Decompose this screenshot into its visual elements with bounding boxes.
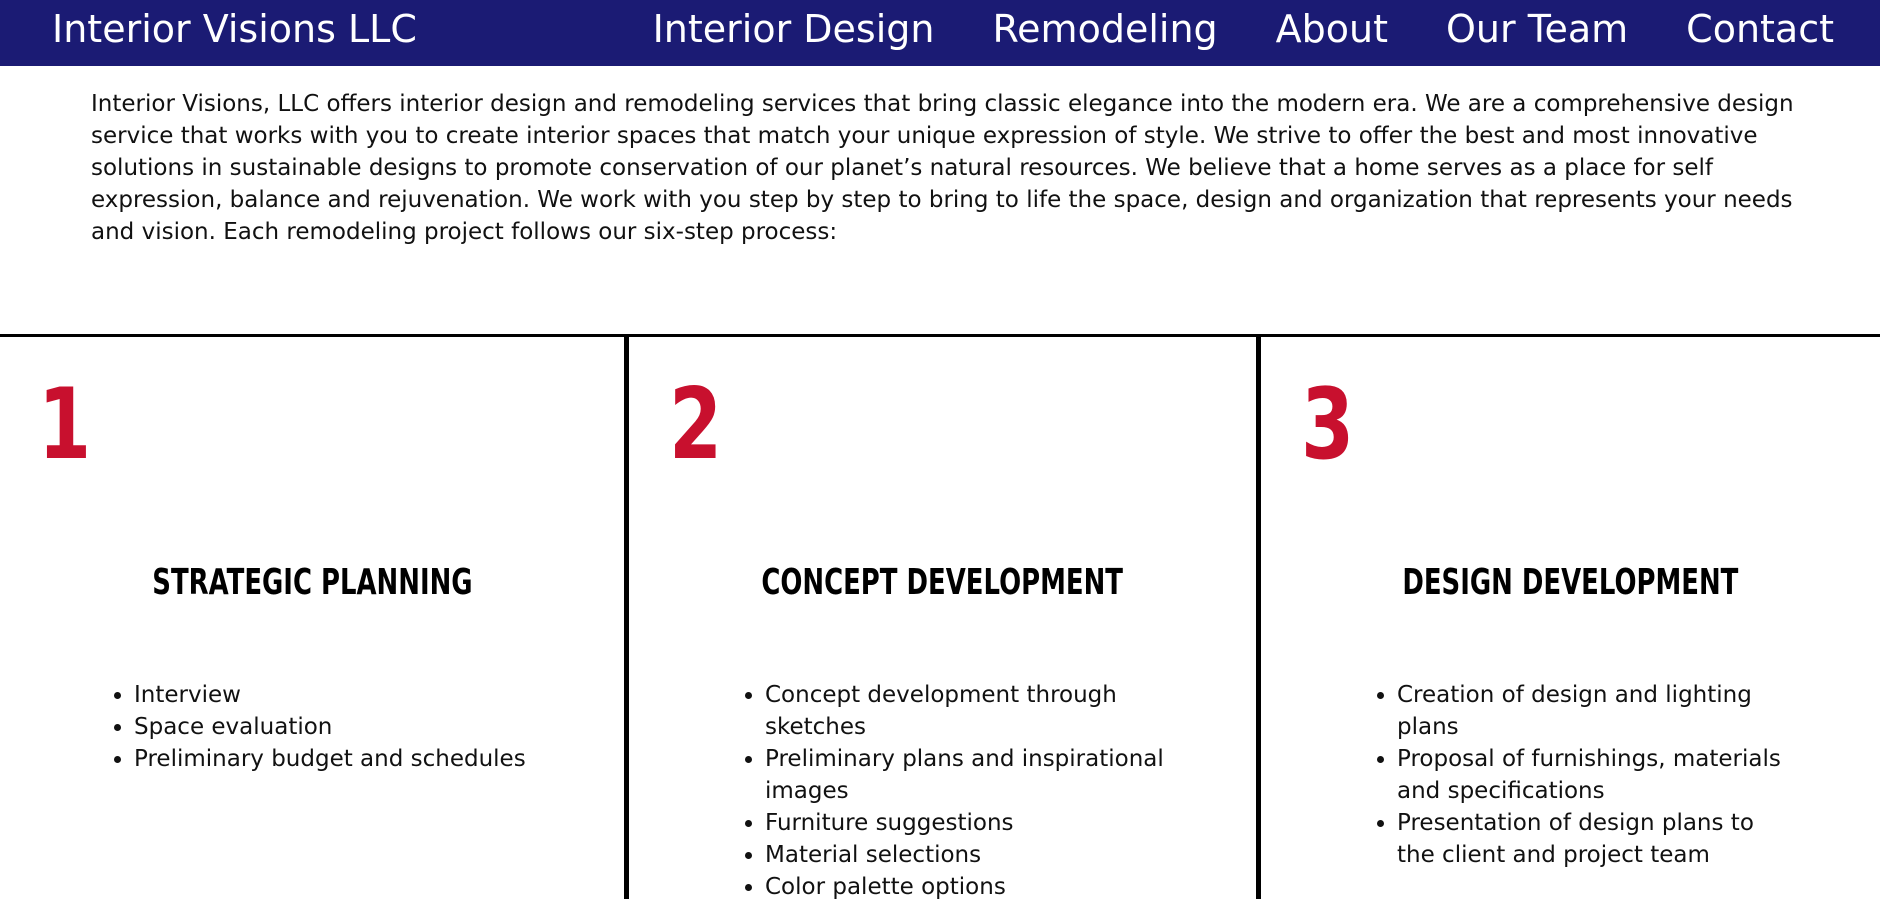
main-nav: Interior Design Remodeling About Our Tea… (653, 0, 1834, 58)
brand-logo-link[interactable]: Interior Visions LLC (52, 0, 417, 58)
list-item: Material selections (765, 839, 1175, 871)
step-card-2: 2 Concept Development Concept developmen… (629, 337, 1256, 900)
nav-contact[interactable]: Contact (1686, 0, 1834, 58)
step-number: 3 (1301, 368, 1355, 482)
step-title-text: Design Development (1402, 562, 1739, 603)
list-item: Proposal of furnishings, materials and s… (1397, 743, 1797, 807)
list-item: Color palette options (765, 871, 1175, 903)
list-item: Presentation of design plans to the clie… (1397, 807, 1797, 871)
step-list: Interview Space evaluation Preliminary b… (92, 679, 604, 775)
step-title: Concept Development (629, 562, 1256, 603)
step-number: 1 (38, 368, 92, 482)
step-title: Strategic Planning (0, 562, 624, 603)
top-navbar: Interior Visions LLC Interior Design Rem… (0, 0, 1880, 66)
step-title: Design Development (1261, 562, 1880, 603)
nav-our-team[interactable]: Our Team (1446, 0, 1628, 58)
step-title-text: Concept Development (761, 562, 1124, 603)
list-item: Preliminary plans and inspirational imag… (765, 743, 1175, 807)
list-item: Concept development through sketches (765, 679, 1175, 743)
step-number: 2 (669, 368, 723, 482)
step-list: Creation of design and lighting plans Pr… (1355, 679, 1797, 871)
intro-paragraph: Interior Visions, LLC offers interior de… (91, 91, 1794, 245)
list-item: Creation of design and lighting plans (1397, 679, 1797, 743)
step-title-text: Strategic Planning (151, 562, 473, 603)
nav-about[interactable]: About (1276, 0, 1388, 58)
list-item: Furniture suggestions (765, 807, 1175, 839)
step-list: Concept development through sketches Pre… (723, 679, 1175, 903)
nav-remodeling[interactable]: Remodeling (992, 0, 1217, 58)
step-card-3: 3 Design Development Creation of design … (1261, 337, 1880, 899)
step-card-1: 1 Strategic Planning Interview Space eva… (0, 337, 624, 899)
list-item: Interview (134, 679, 604, 711)
nav-interior-design[interactable]: Interior Design (653, 0, 935, 58)
list-item: Space evaluation (134, 711, 604, 743)
list-item: Preliminary budget and schedules (134, 743, 604, 775)
